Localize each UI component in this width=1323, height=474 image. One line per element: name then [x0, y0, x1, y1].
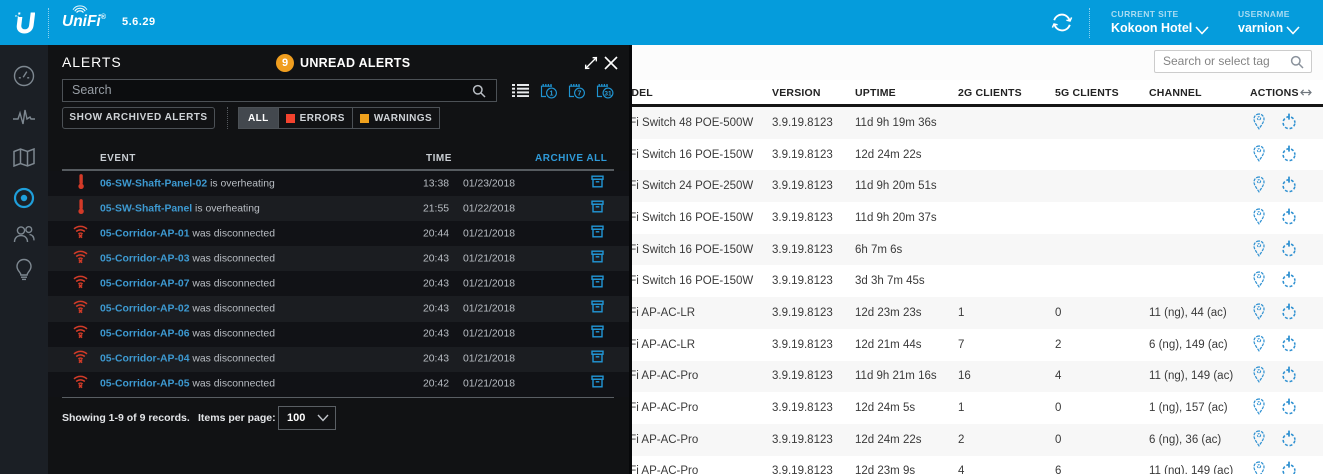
svg-text:31: 31 — [604, 91, 612, 98]
svg-text:7: 7 — [578, 91, 582, 98]
svg-text:1: 1 — [550, 91, 554, 98]
